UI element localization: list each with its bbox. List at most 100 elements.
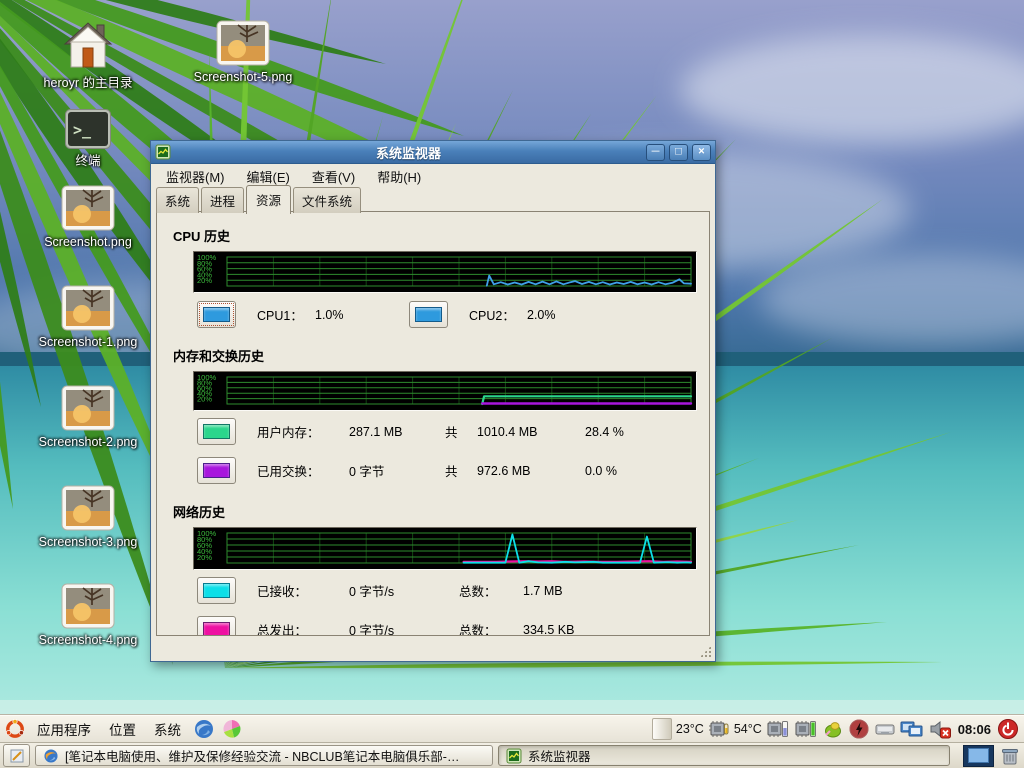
received-color-swatch-button[interactable] bbox=[197, 577, 236, 604]
image-thumbnail-icon bbox=[61, 485, 115, 531]
tab-filesystems[interactable]: 文件系统 bbox=[293, 187, 361, 213]
desktop-icon-label: Screenshot-3.png bbox=[39, 535, 138, 549]
ubuntu-logo-icon[interactable] bbox=[5, 719, 25, 739]
multimedia-launcher-icon[interactable] bbox=[221, 718, 243, 740]
places-menu[interactable]: 位置 bbox=[103, 717, 142, 741]
tab-system[interactable]: 系统 bbox=[156, 187, 199, 213]
maximize-button[interactable]: □ bbox=[669, 144, 688, 161]
svg-text:20%: 20% bbox=[197, 395, 212, 404]
desktop-icon-label: Screenshot-1.png bbox=[39, 335, 138, 349]
menubar: 监视器(M) 编辑(E) 查看(V) 帮助(H) bbox=[151, 164, 715, 188]
show-desktop-icon bbox=[10, 749, 24, 763]
of-label: 共 bbox=[445, 422, 477, 441]
panel-menus: 应用程序 位置 系统 bbox=[5, 717, 243, 741]
desktop-icon-screenshot3[interactable]: Screenshot-3.png bbox=[33, 485, 143, 549]
update-notifier-icon[interactable] bbox=[822, 719, 844, 739]
image-thumbnail-icon bbox=[216, 20, 270, 66]
sent-total-label: 总数： bbox=[459, 620, 523, 636]
cpu-temp-value: 23°C bbox=[676, 722, 704, 736]
desktop-icon-label: heroyr 的主目录 bbox=[44, 76, 133, 90]
user-memory-color-swatch-button[interactable] bbox=[197, 418, 236, 445]
gpu-temp-chip-icon[interactable] bbox=[766, 719, 790, 739]
power-manager-icon[interactable] bbox=[848, 718, 870, 740]
received-total: 1.7 MB bbox=[523, 584, 563, 598]
memory-history-heading: 内存和交换历史 bbox=[173, 346, 709, 363]
home-folder-icon bbox=[62, 20, 114, 72]
desktop-icon-screenshot1[interactable]: Screenshot-1.png bbox=[33, 285, 143, 349]
task-button-system-monitor[interactable]: 系统监视器 bbox=[498, 745, 950, 766]
touchpad-icon[interactable] bbox=[874, 720, 896, 738]
memory-history-graph: 100%80%60%40%20% bbox=[193, 371, 697, 411]
system-tray: 23°C 54°C bbox=[652, 718, 1019, 740]
desktop-icon-screenshot2[interactable]: Screenshot-2.png bbox=[33, 385, 143, 449]
shutdown-icon[interactable] bbox=[997, 718, 1019, 740]
cpu1-value: 1.0% bbox=[315, 308, 365, 322]
system-monitor-app-icon bbox=[155, 144, 171, 160]
desktop-icon-label: Screenshot.png bbox=[44, 235, 132, 249]
received-total-label: 总数： bbox=[459, 581, 523, 600]
swap-value: 0 字节 bbox=[349, 461, 445, 480]
task-label: 系统监视器 bbox=[528, 746, 591, 765]
network-monitor-icon[interactable] bbox=[900, 719, 924, 739]
tab-processes[interactable]: 进程 bbox=[201, 187, 244, 213]
image-thumbnail-icon bbox=[61, 583, 115, 629]
gpu-temp-value: 54°C bbox=[734, 722, 762, 736]
image-thumbnail-icon bbox=[61, 385, 115, 431]
system-menu[interactable]: 系统 bbox=[148, 717, 187, 741]
sent-color-swatch-button[interactable] bbox=[197, 616, 236, 636]
sent-label: 总发出： bbox=[257, 620, 349, 636]
image-thumbnail-icon bbox=[61, 285, 115, 331]
tab-resources[interactable]: 资源 bbox=[246, 185, 291, 214]
user-memory-percent: 28.4 % bbox=[585, 425, 624, 439]
cpu2-value: 2.0% bbox=[527, 308, 577, 322]
user-memory-total: 1010.4 MB bbox=[477, 425, 585, 439]
bottom-panel: 应用程序 位置 系统 23°C 54°C bbox=[0, 715, 1024, 742]
cpu2-color-swatch-button[interactable] bbox=[409, 301, 448, 328]
desktop-icon-screenshot[interactable]: Screenshot.png bbox=[33, 185, 143, 249]
cpu1-label: CPU1： bbox=[257, 305, 315, 324]
received-value: 0 字节/s bbox=[349, 581, 459, 600]
cpu-history-heading: CPU 历史 bbox=[173, 226, 709, 243]
received-label: 已接收： bbox=[257, 581, 349, 600]
cpu2-label: CPU2： bbox=[469, 305, 527, 324]
net-sent-legend-row: 总发出： 0 字节/s 总数： 334.5 KB bbox=[197, 616, 709, 636]
task-label: [笔记本电脑使用、维护及保修经验交流 - NBCLUB笔记本电脑俱乐部-… bbox=[65, 746, 459, 765]
window-titlebar[interactable]: 系统监视器 ─ □ × bbox=[151, 141, 715, 164]
of-label: 共 bbox=[445, 461, 477, 480]
cpu-legend-row: CPU1： 1.0% CPU2： 2.0% bbox=[197, 301, 709, 328]
battery-chip-icon[interactable] bbox=[794, 719, 818, 739]
memory-legend-row: 用户内存： 287.1 MB 共 1010.4 MB 28.4 % bbox=[197, 418, 709, 445]
trash-icon[interactable] bbox=[999, 745, 1021, 767]
applications-menu[interactable]: 应用程序 bbox=[31, 717, 97, 741]
show-desktop-button[interactable] bbox=[3, 744, 30, 767]
minimize-button[interactable]: ─ bbox=[646, 144, 665, 161]
menu-monitor[interactable]: 监视器(M) bbox=[157, 165, 234, 188]
swap-color-swatch-button[interactable] bbox=[197, 457, 236, 484]
menu-help[interactable]: 帮助(H) bbox=[368, 165, 430, 188]
volume-muted-icon[interactable] bbox=[928, 719, 952, 739]
svg-text:>_: >_ bbox=[73, 121, 92, 139]
resize-grip[interactable] bbox=[699, 645, 712, 658]
desktop-icon-terminal[interactable]: >_ 终端 bbox=[33, 108, 143, 168]
network-history-heading: 网络历史 bbox=[173, 502, 709, 519]
system-monitor-window: 系统监视器 ─ □ × 监视器(M) 编辑(E) 查看(V) 帮助(H) 系统 … bbox=[150, 140, 716, 662]
desktop-icon-screenshot5[interactable]: Screenshot-5.png bbox=[188, 20, 298, 84]
task-button-browser[interactable]: [笔记本电脑使用、维护及保修经验交流 - NBCLUB笔记本电脑俱乐部-… bbox=[35, 745, 493, 766]
cpu-history-graph: 100%80%60%40%20% bbox=[193, 251, 697, 293]
desktop-icon-label: Screenshot-4.png bbox=[39, 633, 138, 647]
close-button[interactable]: × bbox=[692, 144, 711, 161]
network-history-graph: 100%80%60%40%20% bbox=[193, 527, 697, 570]
browser-launcher-icon[interactable] bbox=[193, 718, 215, 740]
desktop-icon-screenshot4[interactable]: Screenshot-4.png bbox=[33, 583, 143, 647]
resources-tab-page: CPU 历史 100%80%60%40%20% CPU1： 1.0% CPU2：… bbox=[156, 211, 710, 636]
applet-handle[interactable] bbox=[652, 718, 672, 740]
cpu-temp-chip-icon[interactable] bbox=[708, 719, 730, 739]
desktop-icon-home[interactable]: heroyr 的主目录 bbox=[33, 20, 143, 90]
desktop-icon-label: Screenshot-2.png bbox=[39, 435, 138, 449]
terminal-icon: >_ bbox=[64, 108, 112, 150]
clock[interactable]: 08:06 bbox=[956, 722, 993, 737]
workspace-switcher[interactable] bbox=[963, 745, 994, 767]
user-memory-value: 287.1 MB bbox=[349, 425, 445, 439]
menu-view[interactable]: 查看(V) bbox=[303, 165, 364, 188]
cpu1-color-swatch-button[interactable] bbox=[197, 301, 236, 328]
